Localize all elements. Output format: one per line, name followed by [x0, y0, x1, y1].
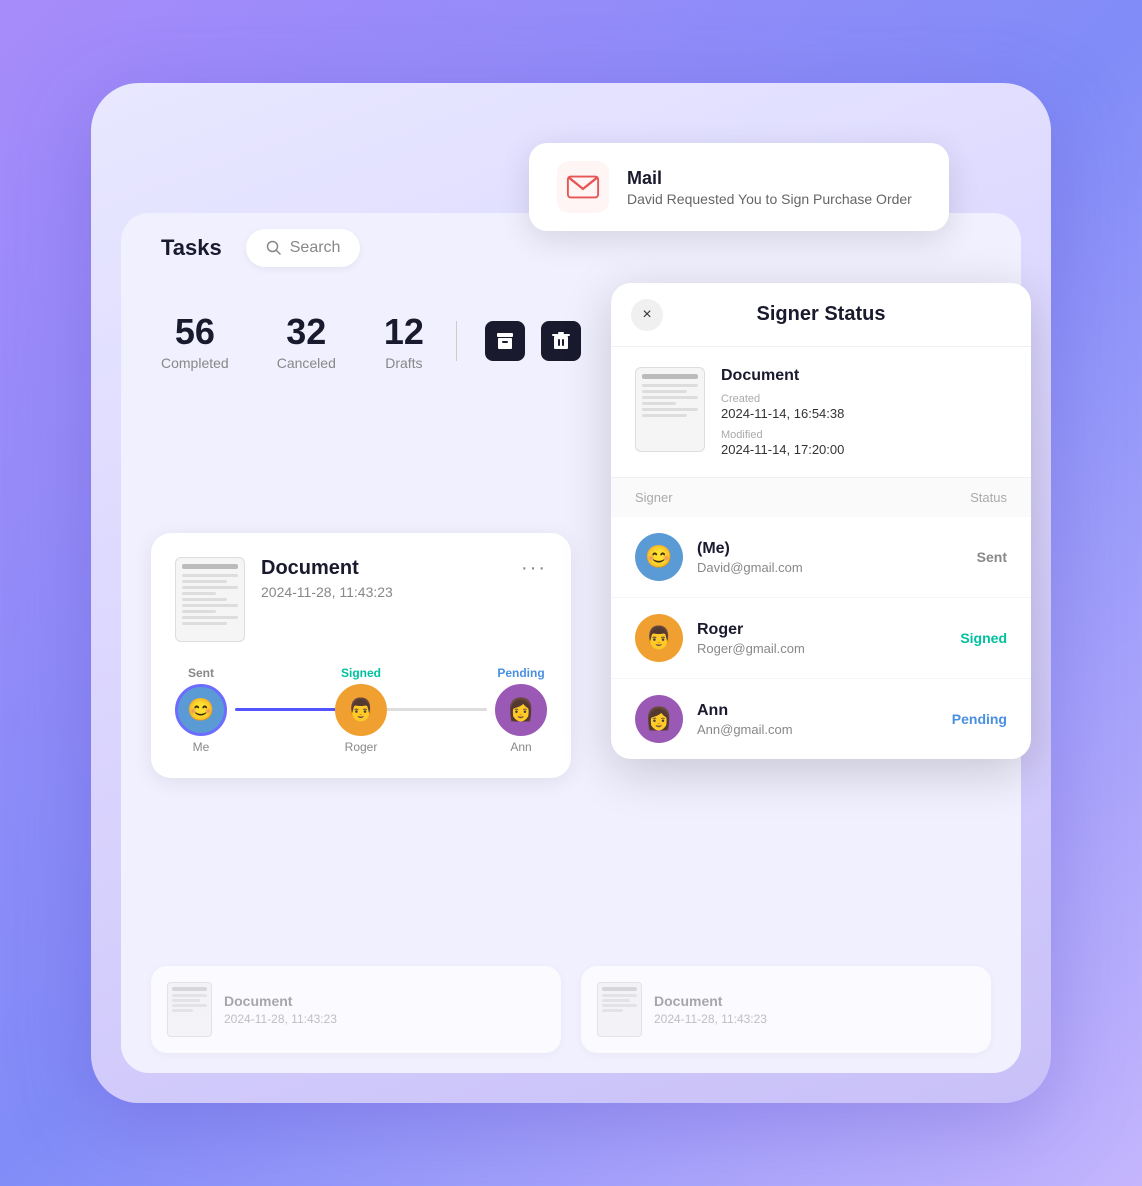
- bottom-doc-thumb-1: [167, 982, 212, 1037]
- drafts-count: 12: [384, 311, 424, 353]
- signer-row-name-roger: Roger: [697, 621, 946, 639]
- signer-node-ann: Pending 👩 Ann: [495, 666, 547, 754]
- signer-avatar-me: 😊: [175, 684, 227, 736]
- stat-completed: 56 Completed: [161, 311, 253, 371]
- modal-created-label: Created: [721, 393, 844, 405]
- col-status: Status: [970, 490, 1007, 505]
- signer-node-me: Sent 😊 Me: [175, 666, 227, 754]
- bottom-doc-card-2[interactable]: Document 2024-11-28, 11:43:23: [581, 966, 991, 1053]
- signer-row-status-me: Sent: [977, 549, 1007, 565]
- signer-row-roger: 👨 Roger Roger@gmail.com Signed: [611, 598, 1031, 679]
- modal-modified-value: 2024-11-14, 17:20:00: [721, 442, 844, 457]
- mail-subtitle: David Requested You to Sign Purchase Ord…: [627, 191, 912, 207]
- outer-card: Mail David Requested You to Sign Purchas…: [91, 83, 1051, 1103]
- stats-divider: [456, 321, 457, 361]
- signer-name-ann: Ann: [510, 740, 531, 754]
- delete-button[interactable]: [541, 321, 581, 361]
- mail-text: Mail David Requested You to Sign Purchas…: [627, 168, 912, 207]
- signer-row-info-roger: Roger Roger@gmail.com: [697, 621, 946, 656]
- doc-thumbnail: [175, 557, 245, 642]
- signer-avatar-roger: 👨: [335, 684, 387, 736]
- signer-status-modal: × Signer Status Document Created 2024-11…: [611, 283, 1031, 759]
- doc-card-date: 2024-11-28, 11:43:23: [261, 584, 505, 600]
- modal-close-button[interactable]: ×: [631, 299, 663, 331]
- signer-status-me: Sent: [188, 666, 214, 680]
- modal-doc-details: Document Created 2024-11-14, 16:54:38 Mo…: [721, 367, 844, 457]
- stat-canceled: 32 Canceled: [253, 311, 360, 371]
- doc-info: Document 2024-11-28, 11:43:23: [261, 557, 505, 600]
- signer-row-name-me: (Me): [697, 540, 963, 558]
- signer-row-email-roger: Roger@gmail.com: [697, 641, 946, 656]
- search-input-placeholder: Search: [290, 239, 341, 257]
- signer-status-ann: Pending: [497, 666, 544, 680]
- mail-icon: [557, 161, 609, 213]
- tasks-label: Tasks: [161, 235, 222, 261]
- completed-label: Completed: [161, 355, 229, 371]
- signer-row-status-roger: Signed: [960, 630, 1007, 646]
- signer-row-avatar-me: 😊: [635, 533, 683, 581]
- modal-doc-thumbnail: [635, 367, 705, 452]
- signer-row-info-me: (Me) David@gmail.com: [697, 540, 963, 575]
- signer-row-ann: 👩 Ann Ann@gmail.com Pending: [611, 679, 1031, 759]
- drafts-label: Drafts: [385, 355, 422, 371]
- toolbar-icons: [485, 321, 581, 361]
- col-signer: Signer: [635, 490, 673, 505]
- signer-node-roger: Signed 👨 Roger: [335, 666, 387, 754]
- signer-row-info-ann: Ann Ann@gmail.com: [697, 702, 938, 737]
- mail-notification[interactable]: Mail David Requested You to Sign Purchas…: [529, 143, 949, 231]
- signer-row-email-me: David@gmail.com: [697, 560, 963, 575]
- modal-created-value: 2024-11-14, 16:54:38: [721, 406, 844, 421]
- bottom-doc-info-2: Document 2024-11-28, 11:43:23: [654, 993, 767, 1026]
- bottom-doc-title-1: Document: [224, 993, 337, 1009]
- more-options-button[interactable]: ···: [521, 557, 547, 580]
- completed-count: 56: [175, 311, 215, 353]
- bottom-docs: Document 2024-11-28, 11:43:23 Document 2…: [151, 966, 991, 1053]
- signer-row-email-ann: Ann@gmail.com: [697, 722, 938, 737]
- signer-row-name-ann: Ann: [697, 702, 938, 720]
- signer-row-me: 😊 (Me) David@gmail.com Sent: [611, 517, 1031, 598]
- modal-modified-label: Modified: [721, 429, 844, 441]
- bottom-doc-date-2: 2024-11-28, 11:43:23: [654, 1012, 767, 1026]
- bottom-doc-thumb-2: [597, 982, 642, 1037]
- bottom-doc-date-1: 2024-11-28, 11:43:23: [224, 1012, 337, 1026]
- bottom-doc-card-1[interactable]: Document 2024-11-28, 11:43:23: [151, 966, 561, 1053]
- canceled-label: Canceled: [277, 355, 336, 371]
- archive-button[interactable]: [485, 321, 525, 361]
- signer-name-me: Me: [193, 740, 210, 754]
- mail-title: Mail: [627, 168, 912, 189]
- modal-title: Signer Status: [757, 303, 886, 326]
- signer-row-status-ann: Pending: [952, 711, 1007, 727]
- bottom-doc-info-1: Document 2024-11-28, 11:43:23: [224, 993, 337, 1026]
- bottom-doc-title-2: Document: [654, 993, 767, 1009]
- signer-status-roger: Signed: [341, 666, 381, 680]
- document-card[interactable]: Document 2024-11-28, 11:43:23 ··· Sent 😊…: [151, 533, 571, 778]
- signer-avatar-ann: 👩: [495, 684, 547, 736]
- modal-doc-info: Document Created 2024-11-14, 16:54:38 Mo…: [611, 347, 1031, 478]
- doc-card-title: Document: [261, 557, 505, 580]
- signer-table-header: Signer Status: [611, 478, 1031, 517]
- signer-row-avatar-roger: 👨: [635, 614, 683, 662]
- modal-doc-name: Document: [721, 367, 844, 385]
- search-icon: [266, 240, 282, 256]
- stat-drafts: 12 Drafts: [360, 311, 448, 371]
- canceled-count: 32: [286, 311, 326, 353]
- signer-row-avatar-ann: 👩: [635, 695, 683, 743]
- modal-header: × Signer Status: [611, 283, 1031, 347]
- search-box[interactable]: Search: [246, 229, 361, 267]
- doc-card-header: Document 2024-11-28, 11:43:23 ···: [175, 557, 547, 642]
- signer-name-roger: Roger: [345, 740, 378, 754]
- signers-timeline: Sent 😊 Me Signed 👨 Roger Pending 👩 Ann: [175, 666, 547, 754]
